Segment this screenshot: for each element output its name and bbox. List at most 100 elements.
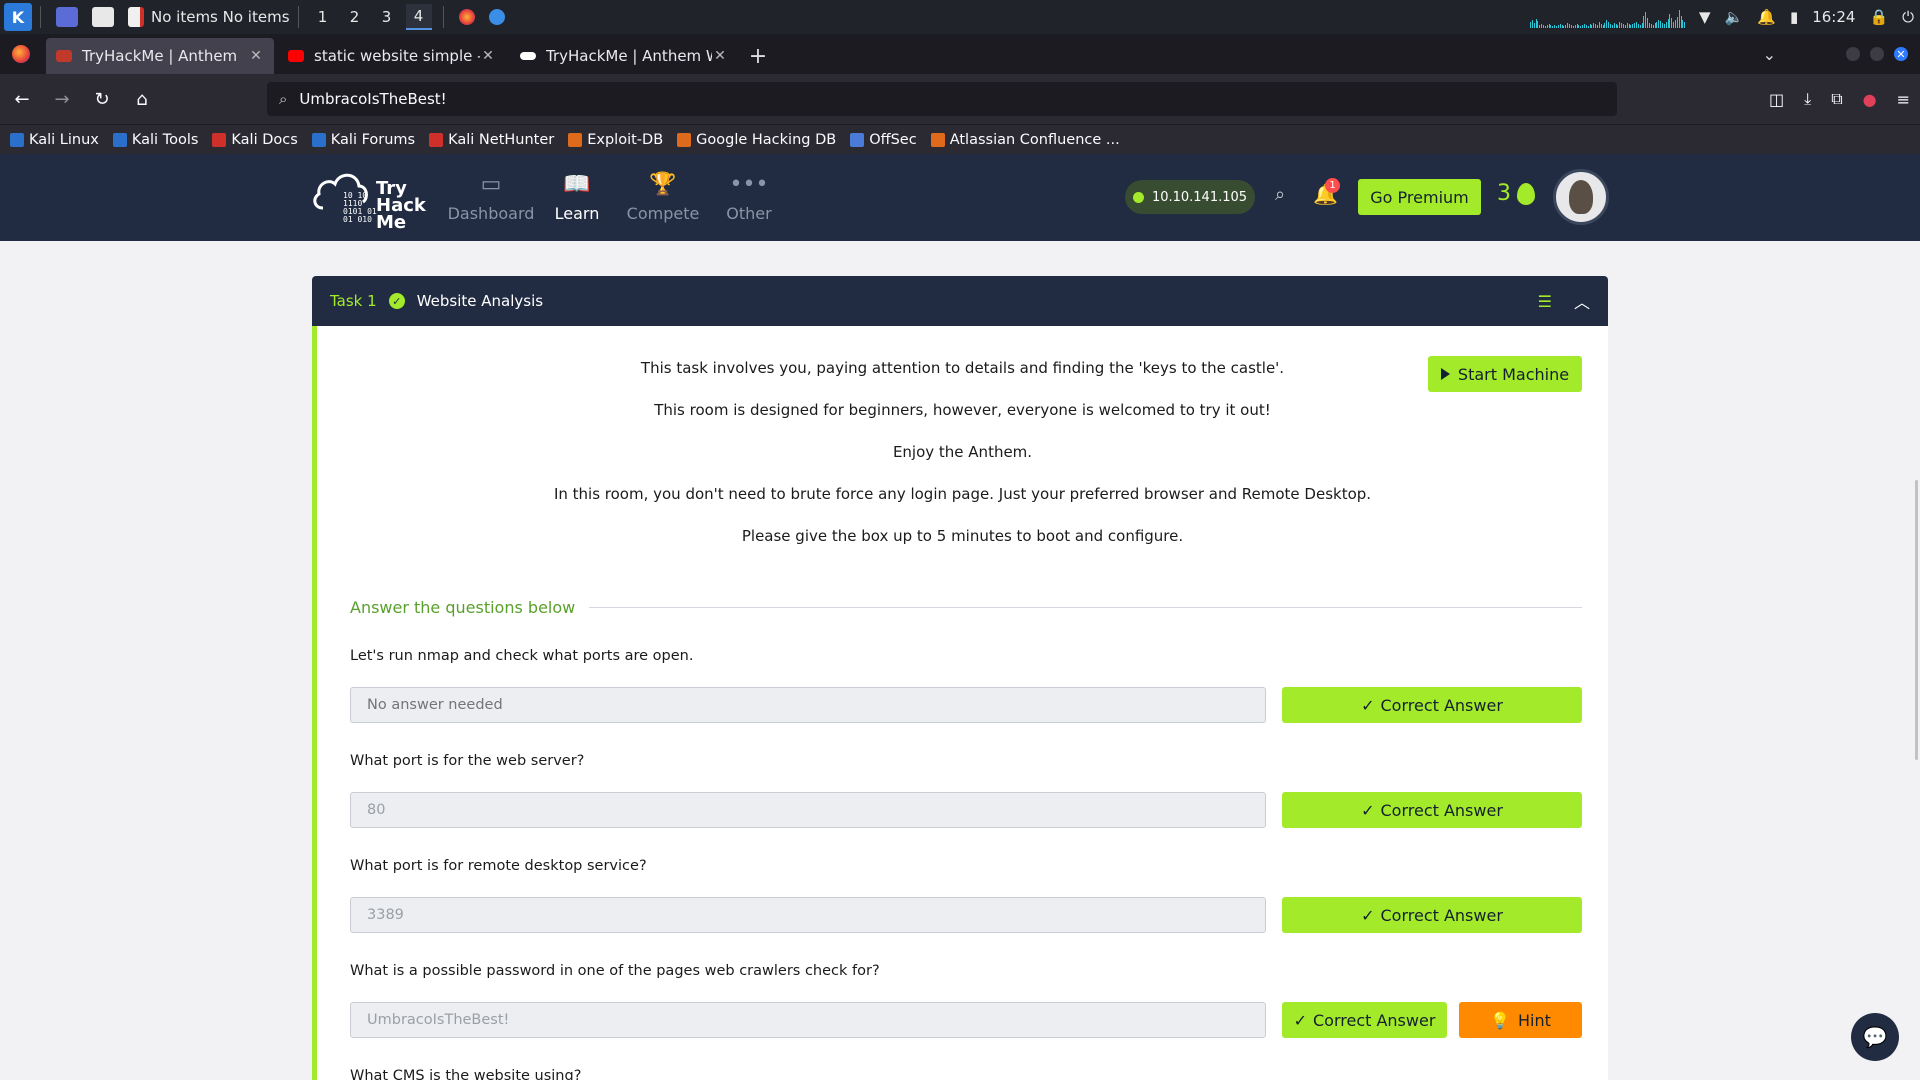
nav-dashboard[interactable]: ▭ Dashboard: [447, 154, 535, 241]
checkmark-icon: ✓: [1293, 1010, 1307, 1030]
bookmark-item[interactable]: OffSec: [850, 132, 917, 148]
firefox-view-icon[interactable]: [12, 45, 30, 63]
url-input[interactable]: [299, 90, 1500, 108]
graph-bar: [1602, 25, 1604, 28]
bookmark-item[interactable]: Kali NetHunter: [429, 132, 554, 148]
bookmark-label: Kali Docs: [231, 131, 298, 148]
machine-ip-badge[interactable]: 10.10.141.105: [1125, 180, 1255, 214]
graph-bar: [1539, 25, 1541, 28]
correct-answer-button-q3[interactable]: ✓ Correct Answer: [1282, 897, 1582, 933]
volume-icon[interactable]: 🔈: [1725, 8, 1744, 26]
home-icon[interactable]: ⌂: [124, 81, 160, 117]
correct-answer-button-q2[interactable]: ✓ Correct Answer: [1282, 792, 1582, 828]
notification-count-badge: 1: [1325, 178, 1340, 193]
tryhackme-logo[interactable]: 10 10 1110 0101 01 01 010 Try Hack Me: [311, 162, 431, 234]
graph-bar: [1680, 16, 1682, 28]
maximize-window-button[interactable]: [1870, 47, 1884, 61]
bookmark-favicon-icon: [850, 132, 865, 147]
nav-learn[interactable]: 📖 Learn: [534, 154, 620, 241]
graph-bar: [1587, 26, 1589, 28]
lock-icon[interactable]: 🔒: [1869, 8, 1888, 26]
streak-counter[interactable]: 3: [1497, 181, 1535, 206]
downloads-icon[interactable]: ⤓: [1804, 89, 1811, 109]
bookmark-item[interactable]: Google Hacking DB: [677, 132, 836, 148]
answer-input-q1[interactable]: [350, 687, 1266, 723]
url-bar[interactable]: ⌕: [267, 82, 1617, 116]
close-tab-icon[interactable]: ✕: [480, 48, 496, 64]
document-icon[interactable]: [128, 7, 144, 27]
page-scrollbar[interactable]: [1915, 480, 1918, 760]
graph-bar: [1535, 19, 1537, 28]
notification-bell-icon[interactable]: 🔔: [1757, 8, 1776, 26]
task-list-icon[interactable]: ☰: [1538, 292, 1552, 311]
tab-anthem-writeup[interactable]: TryHackMe | Anthem Writ ✕: [510, 38, 738, 74]
workspace-3[interactable]: 3: [374, 4, 400, 30]
chat-support-icon[interactable]: 💬: [1851, 1013, 1899, 1061]
bookmark-item[interactable]: Exploit-DB: [568, 132, 663, 148]
bookmark-item[interactable]: Kali Linux: [10, 132, 99, 148]
task-header[interactable]: Task 1 ✓ Website Analysis ☰ ︿: [312, 276, 1608, 326]
nav-compete[interactable]: 🏆 Compete: [620, 154, 706, 241]
search-icon[interactable]: ⌕: [1275, 184, 1285, 205]
clock[interactable]: 16:24: [1812, 8, 1855, 26]
go-premium-button[interactable]: Go Premium: [1358, 179, 1481, 215]
bookmark-item[interactable]: Kali Tools: [112, 132, 198, 148]
question-text: What is a possible password in one of th…: [350, 963, 880, 979]
pocket-icon[interactable]: ◫: [1769, 90, 1784, 109]
wifi-icon[interactable]: ▼: [1699, 8, 1711, 26]
kali-menu-icon[interactable]: K: [4, 3, 32, 31]
graph-bar: [1580, 26, 1582, 28]
close-tab-icon[interactable]: ✕: [248, 48, 264, 64]
workspace-1[interactable]: 1: [310, 4, 336, 30]
extensions-icon[interactable]: ⧉: [1831, 89, 1842, 109]
graph-bar: [1582, 25, 1583, 28]
correct-answer-button-q1[interactable]: ✓ Correct Answer: [1282, 687, 1582, 723]
user-avatar[interactable]: [1553, 169, 1609, 225]
bookmark-favicon-icon: [930, 132, 945, 147]
new-tab-button[interactable]: +: [742, 38, 774, 74]
button-label: Correct Answer: [1380, 695, 1503, 715]
back-arrow-icon[interactable]: ←: [4, 81, 40, 117]
close-window-button[interactable]: ✕: [1894, 47, 1908, 61]
nav-other[interactable]: ••• Other: [706, 154, 792, 241]
nav-label: Dashboard: [447, 204, 535, 223]
tab-tryhackme-anthem[interactable]: TryHackMe | Anthem ✕: [46, 38, 274, 74]
workspace-2[interactable]: 2: [342, 4, 368, 30]
workspace-4[interactable]: 4: [405, 4, 432, 30]
bookmark-item[interactable]: Atlassian Confluence ...: [930, 132, 1120, 148]
bookmark-item[interactable]: Kali Forums: [311, 132, 415, 148]
answer-input-q4[interactable]: [350, 1002, 1266, 1038]
list-tabs-chevron-down-icon[interactable]: ⌄: [1763, 45, 1776, 64]
answer-questions-heading: Answer the questions below: [350, 598, 590, 617]
power-icon[interactable]: ⏻: [1902, 8, 1914, 26]
firefox-launcher-icon[interactable]: [458, 9, 475, 25]
graph-bar: [1546, 25, 1548, 28]
tab-static-website[interactable]: static website simple - Yo ✕: [278, 38, 506, 74]
desktop-icon[interactable]: [56, 7, 78, 27]
panel-app-label[interactable]: No items No items: [151, 8, 290, 26]
graph-bar: [1654, 23, 1656, 28]
minimize-window-button[interactable]: [1846, 47, 1860, 61]
book-icon: 📖: [563, 172, 591, 197]
bookmark-item[interactable]: Kali Docs: [212, 131, 298, 148]
correct-answer-button-q4[interactable]: ✓ Correct Answer: [1282, 1002, 1447, 1038]
start-machine-button[interactable]: Start Machine: [1428, 356, 1582, 392]
graph-bar: [1639, 25, 1641, 28]
menu-hamburger-icon[interactable]: ≡: [1897, 90, 1910, 109]
globe-launcher-icon[interactable]: [488, 9, 505, 25]
answer-input-q2[interactable]: [350, 792, 1266, 828]
answer-input-q3[interactable]: [350, 897, 1266, 933]
account-icon[interactable]: ●: [1863, 90, 1877, 109]
notifications-bell-icon[interactable]: 🔔 1: [1313, 178, 1340, 206]
button-label: Correct Answer: [1312, 1010, 1436, 1030]
close-tab-icon[interactable]: ✕: [712, 48, 728, 64]
hint-button-q4[interactable]: 💡 Hint: [1459, 1002, 1582, 1038]
collapse-chevron-up-icon[interactable]: ︿: [1574, 289, 1590, 313]
graph-bar: [1663, 24, 1665, 28]
forward-arrow-icon[interactable]: →: [44, 81, 80, 117]
reload-icon[interactable]: ↻: [84, 81, 120, 117]
battery-icon[interactable]: ▮: [1790, 8, 1798, 26]
graph-bar: [1613, 23, 1615, 28]
file-manager-icon[interactable]: [92, 7, 114, 27]
graph-bar: [1650, 24, 1652, 28]
